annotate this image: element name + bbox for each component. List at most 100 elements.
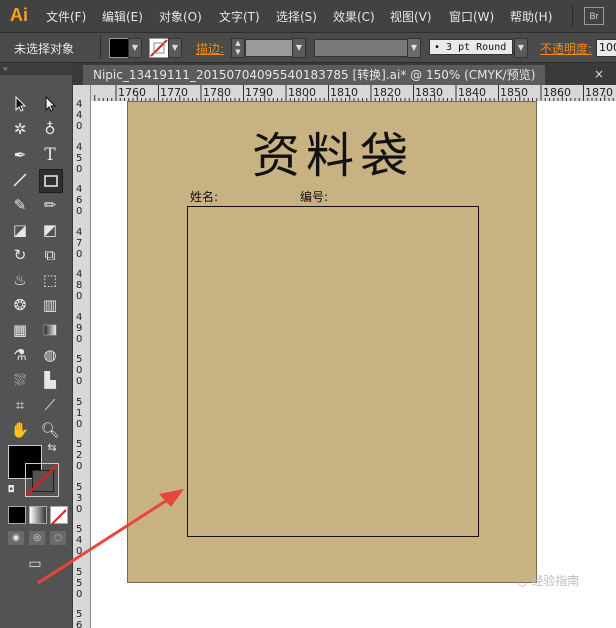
default-colors-icon[interactable]: ◘	[4, 483, 18, 497]
stroke-weight-label[interactable]: 描边:	[196, 40, 224, 57]
blob-brush-tool-icon[interactable]: ◪	[9, 219, 31, 241]
opacity-field[interactable]: 100	[596, 39, 616, 57]
menu-file[interactable]: 文件(F)	[46, 8, 86, 25]
draw-behind-icon[interactable]: ◎	[29, 531, 45, 545]
stroke-stepper-icon[interactable]: ▲ ▼	[231, 38, 245, 58]
rectangle-tool-icon[interactable]	[39, 169, 63, 193]
symbol-sprayer-tool-icon[interactable]: ⛆	[9, 369, 31, 391]
ruler-label: 470	[76, 226, 83, 260]
width-tool-icon[interactable]: ♨	[9, 269, 31, 291]
brush-definition-field[interactable]: • 3 pt Round	[429, 39, 513, 55]
ruler-label: 490	[76, 311, 83, 345]
fill-dropdown-icon[interactable]: ▼	[128, 38, 142, 58]
no-stroke-slash-icon	[26, 464, 58, 496]
stroke-color-box[interactable]	[25, 463, 59, 497]
ruler-label: 1810	[330, 86, 358, 99]
ruler-label: 1860	[543, 86, 571, 99]
color-mode-icon[interactable]	[8, 506, 26, 524]
stroke-swatch[interactable]	[149, 38, 169, 58]
artboard[interactable]: 资料袋 姓名: 编号:	[127, 101, 537, 583]
brush-dropdown-icon[interactable]: ▼	[514, 38, 528, 58]
artwork-title[interactable]: 资料袋	[128, 116, 538, 186]
gradient-tool-icon[interactable]	[39, 319, 61, 341]
opacity-label[interactable]: 不透明度:	[540, 40, 592, 57]
variable-width-field[interactable]	[314, 39, 408, 57]
bridge-button[interactable]: Br	[584, 7, 604, 25]
mesh-tool-icon[interactable]: ▦	[9, 319, 31, 341]
control-separator	[100, 36, 101, 59]
ruler-label: 530	[76, 481, 83, 515]
eraser-tool-icon[interactable]: ◩	[39, 219, 61, 241]
ruler-label: 440	[76, 99, 83, 132]
slice-tool-icon[interactable]: ⟋	[39, 394, 61, 416]
column-graph-tool-icon[interactable]: ▙	[39, 369, 61, 391]
document-tab-bar: Nipic_13419111_20150704095540183785 [转换]…	[73, 63, 616, 85]
free-transform-tool-icon[interactable]: ⬚	[39, 269, 61, 291]
ruler-label: 540	[76, 524, 83, 557]
scale-tool-icon[interactable]: ⧉	[39, 244, 61, 266]
drawn-rectangle[interactable]	[187, 206, 479, 537]
name-label[interactable]: 姓名:	[190, 188, 218, 205]
draw-inside-icon[interactable]: ◌	[50, 531, 66, 545]
menu-view[interactable]: 视图(V)	[390, 8, 432, 25]
rotate-tool-icon[interactable]: ↻	[9, 244, 31, 266]
hand-tool-icon[interactable]: ✋	[9, 419, 31, 441]
menu-window[interactable]: 窗口(W)	[449, 8, 494, 25]
perspective-grid-tool-icon[interactable]: ▥	[39, 294, 61, 316]
none-mode-icon[interactable]	[50, 506, 68, 525]
swap-colors-icon[interactable]: ⇆	[45, 441, 59, 455]
magic-wand-tool-icon[interactable]: ✲	[9, 118, 31, 140]
eyedropper-tool-icon[interactable]: ⚗	[9, 344, 31, 366]
number-label[interactable]: 编号:	[300, 188, 328, 205]
stroke-weight-field[interactable]	[245, 39, 293, 57]
control-bar: 未选择对象 ▼ ▼ 描边: ▲ ▼ ▼ ▼ • 3 pt Round ▼ 不透明度…	[0, 33, 616, 63]
ruler-label: 560	[76, 609, 83, 628]
vertical-ruler[interactable]: 440 450 460 470 480 490 500 510 520 530 540 550 560	[73, 85, 91, 628]
selection-tool-icon[interactable]	[9, 93, 31, 115]
menu-edit[interactable]: 编辑(E)	[102, 8, 143, 25]
document-tab[interactable]: Nipic_13419111_20150704095540183785 [转换]…	[83, 65, 546, 85]
type-tool-icon[interactable]: T	[39, 144, 61, 166]
pencil-tool-icon[interactable]: ✏	[39, 194, 61, 216]
menu-separator	[572, 4, 573, 28]
menu-type[interactable]: 文字(T)	[219, 8, 260, 25]
ruler-label: 510	[76, 396, 83, 430]
toolbox-header[interactable]: «	[0, 63, 72, 75]
blend-tool-icon[interactable]: ◍	[39, 344, 61, 366]
menu-object[interactable]: 对象(O)	[159, 8, 202, 25]
ruler-label: 1870	[585, 86, 613, 99]
zoom-tool-icon[interactable]: 🔍︎	[39, 419, 61, 441]
ruler-label: 520	[76, 439, 83, 472]
direct-selection-tool-icon[interactable]	[39, 93, 61, 115]
shape-builder-tool-icon[interactable]: ❂	[9, 294, 31, 316]
menu-select[interactable]: 选择(S)	[276, 8, 317, 25]
ruler-label: 1840	[458, 86, 486, 99]
draw-normal-icon[interactable]: ◉	[8, 531, 24, 545]
ruler-label: 1790	[245, 86, 273, 99]
menu-bar: Ai 文件(F) 编辑(E) 对象(O) 文字(T) 选择(S) 效果(C) 视…	[0, 0, 616, 33]
selection-status: 未选择对象	[14, 42, 75, 56]
line-tool-icon[interactable]	[9, 169, 31, 191]
ruler-label: 1770	[160, 86, 188, 99]
ruler-label: 460	[76, 184, 83, 217]
pen-tool-icon[interactable]: ✒	[9, 144, 31, 166]
gradient-mode-icon[interactable]	[29, 506, 47, 524]
ruler-label: 550	[76, 566, 83, 600]
close-tab-icon[interactable]: ×	[594, 67, 604, 81]
ruler-label: 1760	[118, 86, 146, 99]
fill-swatch[interactable]	[109, 38, 129, 58]
variable-width-dropdown-icon[interactable]: ▼	[407, 38, 421, 58]
stroke-weight-dropdown-icon[interactable]: ▼	[292, 38, 306, 58]
paintbrush-tool-icon[interactable]: ✎	[9, 194, 31, 216]
ruler-label: 450	[76, 141, 83, 175]
watermark: ○ 经验指南	[517, 574, 580, 588]
stroke-dropdown-icon[interactable]: ▼	[168, 38, 182, 58]
artboard-tool-icon[interactable]: ⌗	[9, 394, 31, 416]
screen-mode-icon[interactable]: ▭	[24, 553, 46, 575]
horizontal-ruler[interactable]: 1760 1770 1780 1790 1800 1810 1820 1830 …	[90, 85, 616, 102]
menu-help[interactable]: 帮助(H)	[510, 8, 552, 25]
ruler-label: 1780	[203, 86, 231, 99]
menu-effect[interactable]: 效果(C)	[333, 8, 375, 25]
ruler-label: 1800	[288, 86, 316, 99]
lasso-tool-icon[interactable]: ♁	[39, 118, 61, 140]
